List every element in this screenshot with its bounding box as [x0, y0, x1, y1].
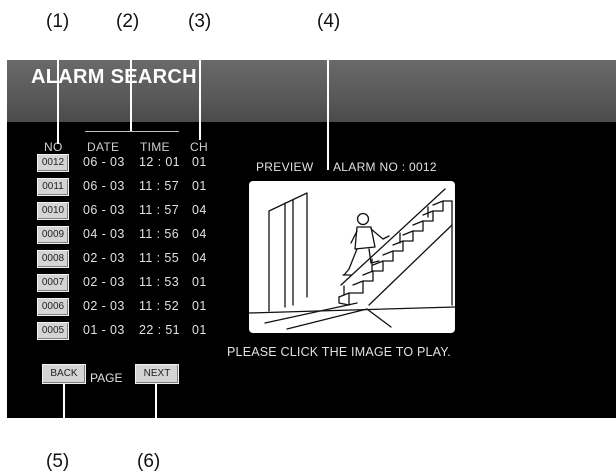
alarm-channel: 04: [192, 203, 207, 217]
column-header-date: DATE: [87, 140, 120, 154]
alarm-date: 04 - 03: [83, 227, 125, 241]
leader-line-5: [63, 384, 65, 450]
alarm-row: 0012 06 - 03 12 : 01 01: [37, 154, 237, 172]
person-climbing-stairs-illustration: [249, 188, 455, 330]
alarm-time: 11 : 53: [139, 275, 180, 289]
play-instruction: PLEASE CLICK THE IMAGE TO PLAY.: [227, 345, 451, 359]
back-button[interactable]: BACK: [42, 364, 86, 384]
alarm-date: 06 - 03: [83, 179, 125, 193]
alarm-number-button[interactable]: 0011: [37, 178, 69, 196]
column-header-no: NO: [44, 140, 63, 154]
alarm-date: 06 - 03: [83, 155, 125, 169]
alarm-date: 06 - 03: [83, 203, 125, 217]
alarm-row: 0010 06 - 03 11 : 57 04: [37, 202, 237, 220]
alarm-number-button[interactable]: 0005: [37, 322, 69, 340]
screen-title: ALARM SEARCH: [31, 66, 197, 88]
alarm-row: 0008 02 - 03 11 : 55 04: [37, 250, 237, 268]
leader-line-4: [327, 38, 329, 170]
alarm-time: 12 : 01: [139, 155, 181, 169]
date-time-header-rule: [85, 131, 179, 132]
alarm-time: 11 : 57: [139, 179, 180, 193]
callout-4: (4): [317, 11, 341, 32]
alarm-row: 0005 01 - 03 22 : 51 01: [37, 322, 237, 340]
alarm-channel: 01: [192, 299, 207, 313]
alarm-number-button[interactable]: 0009: [37, 226, 69, 244]
alarm-channel: 01: [192, 179, 207, 193]
preview-image[interactable]: [249, 181, 455, 333]
column-header-ch: CH: [190, 140, 208, 154]
alarm-channel: 04: [192, 227, 207, 241]
alarm-channel: 04: [192, 251, 207, 265]
preview-alarm-number: ALARM NO : 0012: [333, 160, 437, 174]
alarm-number-button[interactable]: 0012: [37, 154, 69, 172]
callout-3: (3): [188, 11, 212, 32]
alarm-time: 11 : 52: [139, 299, 180, 313]
alarm-row: 0007 02 - 03 11 : 53 01: [37, 274, 237, 292]
leader-line-3: [199, 38, 201, 140]
alarm-time: 22 : 51: [139, 323, 181, 337]
alarm-time: 11 : 57: [139, 203, 180, 217]
alarm-date: 02 - 03: [83, 251, 125, 265]
column-header-time: TIME: [140, 140, 170, 154]
leader-line-2: [130, 38, 132, 131]
alarm-number-button[interactable]: 0007: [37, 274, 69, 292]
alarm-row: 0009 04 - 03 11 : 56 04: [37, 226, 237, 244]
leader-line-6: [155, 384, 157, 450]
leader-line-1: [57, 38, 59, 144]
page-label: PAGE: [90, 371, 123, 385]
alarm-channel: 01: [192, 323, 207, 337]
callout-2: (2): [116, 11, 140, 32]
callout-1: (1): [46, 11, 70, 32]
callout-6: (6): [137, 451, 161, 472]
alarm-row: 0006 02 - 03 11 : 52 01: [37, 298, 237, 316]
alarm-time: 11 : 56: [139, 227, 180, 241]
preview-label: PREVIEW: [256, 160, 314, 174]
alarm-number-button[interactable]: 0006: [37, 298, 69, 316]
alarm-date: 02 - 03: [83, 299, 125, 313]
callout-5: (5): [46, 451, 70, 472]
alarm-row: 0011 06 - 03 11 : 57 01: [37, 178, 237, 196]
alarm-date: 01 - 03: [83, 323, 125, 337]
alarm-number-button[interactable]: 0010: [37, 202, 69, 220]
alarm-channel: 01: [192, 275, 207, 289]
next-button[interactable]: NEXT: [135, 364, 179, 384]
alarm-time: 11 : 55: [139, 251, 180, 265]
alarm-channel: 01: [192, 155, 207, 169]
alarm-number-button[interactable]: 0008: [37, 250, 69, 268]
alarm-date: 02 - 03: [83, 275, 125, 289]
